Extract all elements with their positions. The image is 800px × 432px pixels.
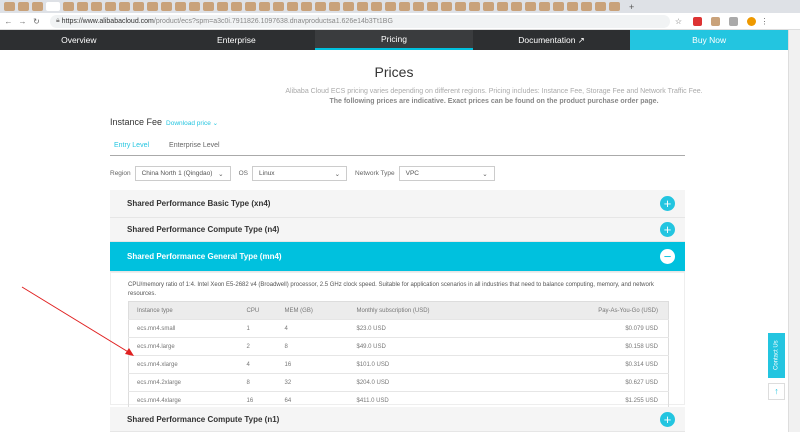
annotation-arrow [21, 286, 134, 356]
arrow-head [125, 348, 134, 356]
arrow-line [21, 286, 131, 354]
